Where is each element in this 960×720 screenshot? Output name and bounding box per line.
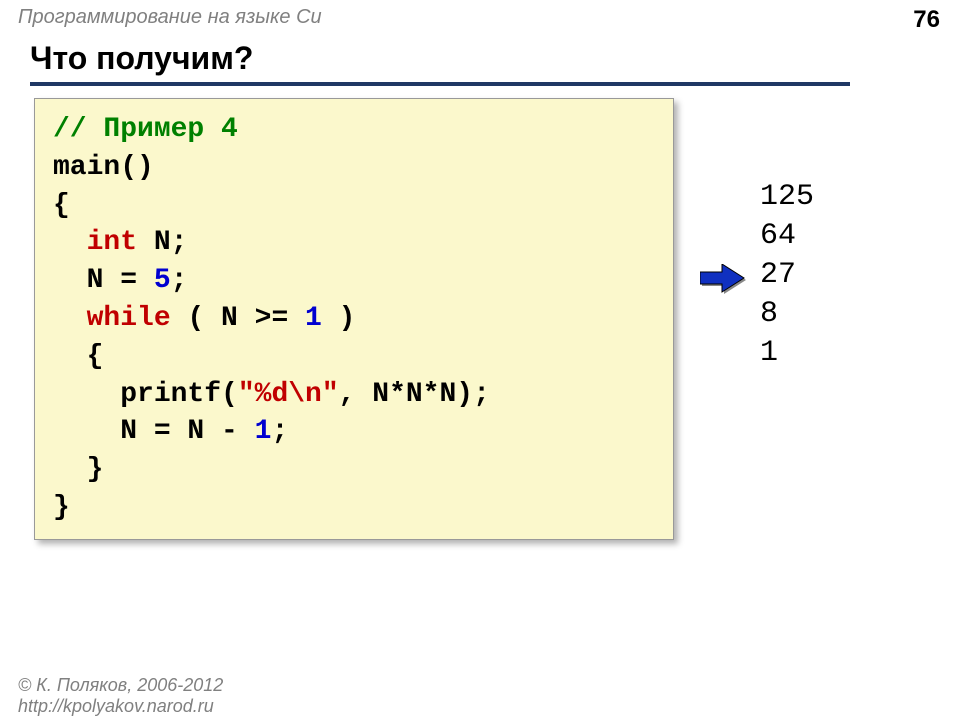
code-keyword: int <box>87 227 137 258</box>
footer-url: http://kpolyakov.narod.ru <box>18 696 223 718</box>
code-text: N; <box>137 227 187 258</box>
footer: © К. Поляков, 2006-2012 http://kpolyakov… <box>18 675 223 718</box>
course-header: Программирование на языке Си <box>18 6 322 29</box>
code-text: N = <box>53 265 154 296</box>
code-text: printf( <box>53 379 238 410</box>
code-string: "%d\n" <box>238 379 339 410</box>
code-line: } <box>53 492 70 523</box>
code-text: N = N - <box>53 416 255 447</box>
code-block: // Пример 4 main() { int N; N = 5; while… <box>34 98 674 540</box>
copyright: © К. Поляков, 2006-2012 <box>18 675 223 697</box>
code-keyword: while <box>87 303 171 334</box>
code-line: { <box>53 341 103 372</box>
title-underline <box>30 82 850 86</box>
page-title: Что получим? <box>30 40 253 77</box>
code-line: main() <box>53 152 154 183</box>
code-line: { <box>53 190 70 221</box>
code-number: 1 <box>255 416 272 447</box>
code-text: ) <box>322 303 356 334</box>
code-text: ; <box>171 265 188 296</box>
page-number: 76 <box>913 6 940 34</box>
slide: Программирование на языке Си 76 Что полу… <box>0 0 960 720</box>
code-text: ( N >= <box>171 303 305 334</box>
code-comment: // Пример 4 <box>53 114 238 145</box>
code-text: , N*N*N); <box>339 379 490 410</box>
code-text: ; <box>271 416 288 447</box>
code-line: } <box>53 454 103 485</box>
code-number: 5 <box>154 265 171 296</box>
code-number: 1 <box>305 303 322 334</box>
output-block: 125 64 27 8 1 <box>760 178 814 373</box>
